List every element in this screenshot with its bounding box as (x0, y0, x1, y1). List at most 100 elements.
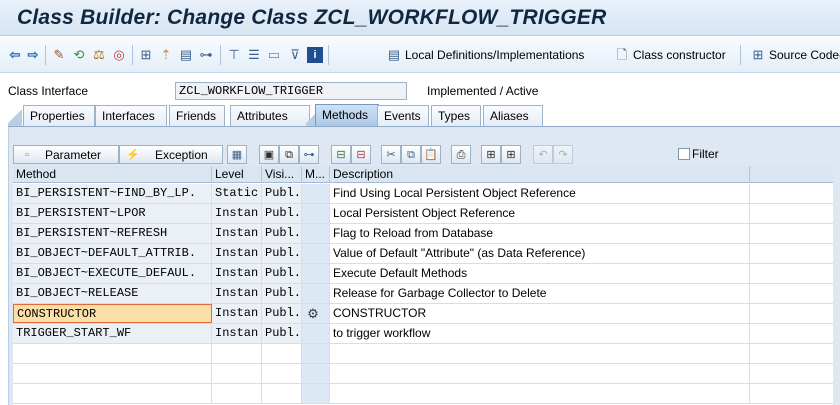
cell-description[interactable]: Flag to Reload from Database (330, 224, 750, 243)
local-definitions-button[interactable]: ▤ Local Definitions/Implementations (386, 46, 585, 64)
cell-level[interactable]: Instan. (212, 324, 262, 343)
cell-visibility[interactable]: Publ. (262, 204, 302, 223)
column-header-m[interactable]: M... (302, 166, 330, 183)
copy-text-button[interactable]: ⧉ (401, 145, 421, 164)
cell-description[interactable]: Value of Default "Attribute" (as Data Re… (330, 244, 750, 263)
cell-visibility[interactable] (262, 384, 302, 403)
empty-table-row[interactable] (13, 384, 833, 404)
filter-control[interactable]: Filter (678, 147, 719, 161)
cell-method[interactable] (13, 344, 212, 363)
cell-visibility[interactable]: Publ. (262, 284, 302, 303)
cell-method[interactable]: BI_OBJECT~RELEASE (13, 284, 212, 303)
display-button[interactable]: ▣ (259, 145, 279, 164)
cell-method[interactable]: CONSTRUCTOR (13, 304, 212, 323)
tab-interfaces[interactable]: Interfaces (95, 105, 167, 127)
cell-description[interactable] (330, 384, 750, 403)
table-row[interactable]: BI_PERSISTENT~FIND_BY_LP. Static. Publ. Fin… (13, 184, 833, 204)
activate-button[interactable]: ◎ (111, 46, 127, 64)
class-constructor-button[interactable]: 🗋 Class constructor (614, 46, 726, 64)
source-code-button[interactable]: ⊞ Source Code- (750, 46, 840, 64)
cell-m[interactable] (302, 224, 330, 243)
cell-level[interactable]: Instan. (212, 224, 262, 243)
cell-m[interactable] (302, 384, 330, 403)
cell-level[interactable] (212, 344, 262, 363)
cell-m[interactable] (302, 324, 330, 343)
cell-method[interactable]: TRIGGER_START_WF (13, 324, 212, 343)
hierarchy-button[interactable]: ☰ (246, 46, 262, 64)
exception-button[interactable]: ⚡ Exception (119, 145, 223, 164)
forward-button[interactable]: ⇨ (25, 46, 41, 64)
table-row[interactable]: BI_PERSISTENT~REFRESH Instan. Publ. Flag to… (13, 224, 833, 244)
navigation-window-button[interactable]: ⊶ (198, 46, 214, 64)
tab-events[interactable]: Events (377, 105, 429, 127)
navigate-button[interactable]: ⊶ (299, 145, 319, 164)
cut-button[interactable]: ✂ (381, 145, 401, 164)
panel-button[interactable]: ▭ (266, 46, 282, 64)
cell-method[interactable]: BI_OBJECT~EXECUTE_DEFAUL. (13, 264, 212, 283)
cell-description[interactable]: to trigger workflow (330, 324, 750, 343)
cell-description[interactable]: Local Persistent Object Reference (330, 204, 750, 223)
tab-friends[interactable]: Friends (169, 105, 225, 127)
cell-visibility[interactable]: Publ. (262, 304, 302, 323)
table-row[interactable]: BI_OBJECT~RELEASE Instan. Publ. Release for… (13, 284, 833, 304)
table-row[interactable]: TRIGGER_START_WF Instan. Publ. to trigger w… (13, 324, 833, 344)
table-row[interactable]: BI_OBJECT~EXECUTE_DEFAUL. Instan. Publ. Exe… (13, 264, 833, 284)
filter-checkbox[interactable] (678, 148, 690, 160)
cell-m[interactable] (302, 284, 330, 303)
cell-level[interactable]: Instan. (212, 284, 262, 303)
column-header-description[interactable]: Description (330, 166, 750, 183)
cell-m[interactable] (302, 344, 330, 363)
class-interface-field[interactable]: ZCL_WORKFLOW_TRIGGER (175, 82, 407, 100)
object-list-button[interactable]: ⇡ (158, 46, 174, 64)
cell-m[interactable] (302, 264, 330, 283)
display-object-list-button[interactable]: ▤ (178, 46, 194, 64)
cell-level[interactable]: Instan. (212, 204, 262, 223)
cell-visibility[interactable]: Publ. (262, 224, 302, 243)
where-used-button[interactable]: ⊞ (138, 46, 154, 64)
column-header-method[interactable]: Method (13, 166, 212, 183)
tab-methods[interactable]: Methods (315, 104, 379, 128)
information-button[interactable]: i (307, 46, 323, 64)
cell-m[interactable]: ⚙ (302, 304, 330, 323)
table-row[interactable]: CONSTRUCTOR Instan. Publ. ⚙ CONSTRUCTOR (13, 304, 833, 324)
cell-method[interactable] (13, 384, 212, 403)
cell-description[interactable]: CONSTRUCTOR (330, 304, 750, 323)
cell-level[interactable]: Instan. (212, 264, 262, 283)
cell-visibility[interactable]: Publ. (262, 244, 302, 263)
copy-button[interactable]: ⧉ (279, 145, 299, 164)
cell-description[interactable]: Execute Default Methods (330, 264, 750, 283)
detail-view-button[interactable]: ▦ (227, 145, 247, 164)
column-header-visibility[interactable]: Visi... (262, 166, 302, 183)
cell-m[interactable] (302, 204, 330, 223)
cell-m[interactable] (302, 364, 330, 383)
tab-aliases[interactable]: Aliases (483, 105, 543, 127)
print-button[interactable]: ⎙ (451, 145, 471, 164)
cell-m[interactable] (302, 184, 330, 203)
table-row[interactable]: BI_PERSISTENT~LPOR Instan. Publ. Local Pers… (13, 204, 833, 224)
class-documentation-button[interactable]: ⊤ (226, 46, 242, 64)
cell-method[interactable]: BI_PERSISTENT~LPOR (13, 204, 212, 223)
column-header-level[interactable]: Level (212, 166, 262, 183)
find-next-button[interactable]: ⊞ (501, 145, 521, 164)
cell-description[interactable] (330, 344, 750, 363)
table-row[interactable]: BI_OBJECT~DEFAULT_ATTRIB. Instan. Publ. Val… (13, 244, 833, 264)
cell-method[interactable]: BI_OBJECT~DEFAULT_ATTRIB. (13, 244, 212, 263)
check-button[interactable]: ⚖ (91, 46, 107, 64)
cell-description[interactable]: Find Using Local Persistent Object Refer… (330, 184, 750, 203)
cell-level[interactable] (212, 364, 262, 383)
empty-table-row[interactable] (13, 364, 833, 384)
find-button[interactable]: ⊞ (481, 145, 501, 164)
tab-properties[interactable]: Properties (23, 105, 95, 127)
tab-types[interactable]: Types (431, 105, 481, 127)
cell-level[interactable] (212, 384, 262, 403)
parameter-button[interactable]: ▫ Parameter (13, 145, 119, 164)
cell-visibility[interactable]: Publ. (262, 324, 302, 343)
redo-button[interactable]: ↷ (553, 145, 573, 164)
cell-visibility[interactable] (262, 344, 302, 363)
back-button[interactable]: ⇦ (7, 46, 23, 64)
tab-attributes[interactable]: Attributes (230, 105, 310, 127)
cell-level[interactable]: Instan. (212, 244, 262, 263)
cell-description[interactable]: Release for Garbage Collector to Delete (330, 284, 750, 303)
active-inactive-button[interactable]: ⟲ (71, 46, 87, 64)
cell-level[interactable]: Static. (212, 184, 262, 203)
